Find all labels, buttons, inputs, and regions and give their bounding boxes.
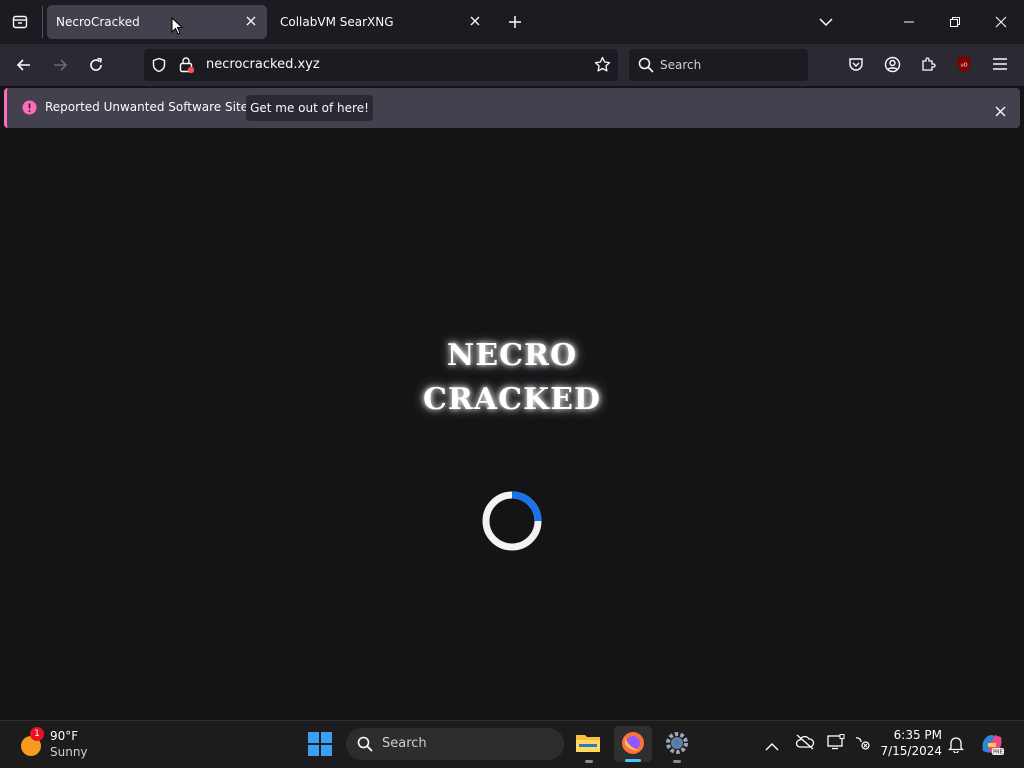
running-indicator xyxy=(585,760,593,763)
tab-divider xyxy=(42,6,43,38)
weather-temperature: 90°F xyxy=(50,729,79,743)
tab-collabvm-searxng[interactable]: CollabVM SearXNG xyxy=(271,5,491,39)
windows-start-icon[interactable] xyxy=(307,731,333,761)
tab-necrocracked[interactable]: NecroCracked xyxy=(47,5,267,39)
logo-necro: NECRO xyxy=(446,338,578,373)
tab-strip: NecroCracked CollabVM SearXNG xyxy=(0,0,1024,44)
lock-warning-icon[interactable] xyxy=(178,56,195,78)
ublock-origin-icon[interactable]: uO xyxy=(953,53,975,75)
loading-spinner xyxy=(482,491,542,551)
pocket-icon[interactable] xyxy=(845,53,867,75)
search-placeholder: Search xyxy=(660,58,702,72)
display-icon[interactable] xyxy=(827,734,845,754)
bookmark-star-icon[interactable] xyxy=(594,56,611,77)
reload-icon xyxy=(90,57,102,71)
taskbar-clock[interactable]: 6:35 PM 7/15/2024 xyxy=(878,728,942,758)
svg-text:PRE: PRE xyxy=(993,750,1003,756)
network-disconnected-icon[interactable] xyxy=(853,734,871,754)
firefox-icon xyxy=(621,731,645,759)
extensions-puzzle-icon[interactable] xyxy=(917,53,939,75)
notification-message: Reported Unwanted Software Site! xyxy=(45,100,253,114)
file-explorer-icon[interactable] xyxy=(575,731,601,759)
get-me-out-button[interactable]: Get me out of here! xyxy=(246,95,373,121)
restore-icon xyxy=(950,17,960,27)
warning-icon xyxy=(22,100,37,119)
tab-title: CollabVM SearXNG xyxy=(280,15,394,29)
svg-text:uO: uO xyxy=(960,63,967,69)
weather-condition: Sunny xyxy=(50,745,88,759)
minimize-icon xyxy=(904,21,914,23)
chevron-up-icon[interactable] xyxy=(765,737,779,756)
running-indicator xyxy=(673,760,681,763)
arrow-left-icon xyxy=(16,59,30,71)
close-tab-icon[interactable] xyxy=(243,13,259,29)
settings-gear-icon[interactable] xyxy=(665,731,689,759)
plus-icon xyxy=(509,16,521,28)
cloud-offline-icon[interactable] xyxy=(795,734,815,754)
new-tab-button[interactable] xyxy=(503,10,527,34)
tab-title: NecroCracked xyxy=(56,15,140,29)
back-button[interactable] xyxy=(12,53,36,77)
search-icon xyxy=(638,57,654,77)
reload-button[interactable] xyxy=(84,53,108,77)
arrow-right-icon xyxy=(54,59,68,71)
weather-alert-badge: 1 xyxy=(30,727,44,741)
copilot-icon[interactable]: PRE xyxy=(979,731,1005,761)
notification-bell-icon[interactable] xyxy=(947,735,965,757)
clock-date: 7/15/2024 xyxy=(880,744,942,758)
unwanted-software-notification: Reported Unwanted Software Site! Get me … xyxy=(4,88,1020,128)
clock-time: 6:35 PM xyxy=(893,728,942,742)
taskbar-search-placeholder: Search xyxy=(382,736,427,751)
url-bar[interactable]: necrocracked.xyz xyxy=(144,49,618,81)
close-tab-icon[interactable] xyxy=(467,13,483,29)
close-window-button[interactable] xyxy=(984,8,1018,36)
taskbar-search[interactable]: Search xyxy=(346,728,564,760)
firefox-view-icon[interactable] xyxy=(8,10,32,34)
page-content xyxy=(0,130,1024,720)
list-all-tabs-button[interactable] xyxy=(814,10,838,34)
url-text[interactable]: necrocracked.xyz xyxy=(206,57,320,72)
close-notification-icon[interactable] xyxy=(995,102,1006,121)
weather-widget[interactable]: 1 90°F Sunny xyxy=(18,727,98,763)
mouse-cursor-icon xyxy=(171,16,184,39)
tracking-protection-shield-icon[interactable] xyxy=(151,57,167,77)
minimize-window-button[interactable] xyxy=(892,8,926,36)
forward-button[interactable] xyxy=(48,53,72,77)
menu-hamburger-icon[interactable] xyxy=(989,53,1011,75)
search-bar[interactable]: Search xyxy=(629,49,808,81)
restore-window-button[interactable] xyxy=(938,8,972,36)
logo-cracked: CRACKED xyxy=(423,382,601,417)
close-icon xyxy=(995,16,1007,28)
search-icon xyxy=(357,736,373,756)
chevron-down-icon xyxy=(819,18,833,27)
account-icon[interactable] xyxy=(881,53,903,75)
active-window-indicator xyxy=(625,759,641,762)
firefox-taskbar-button[interactable] xyxy=(614,726,652,762)
